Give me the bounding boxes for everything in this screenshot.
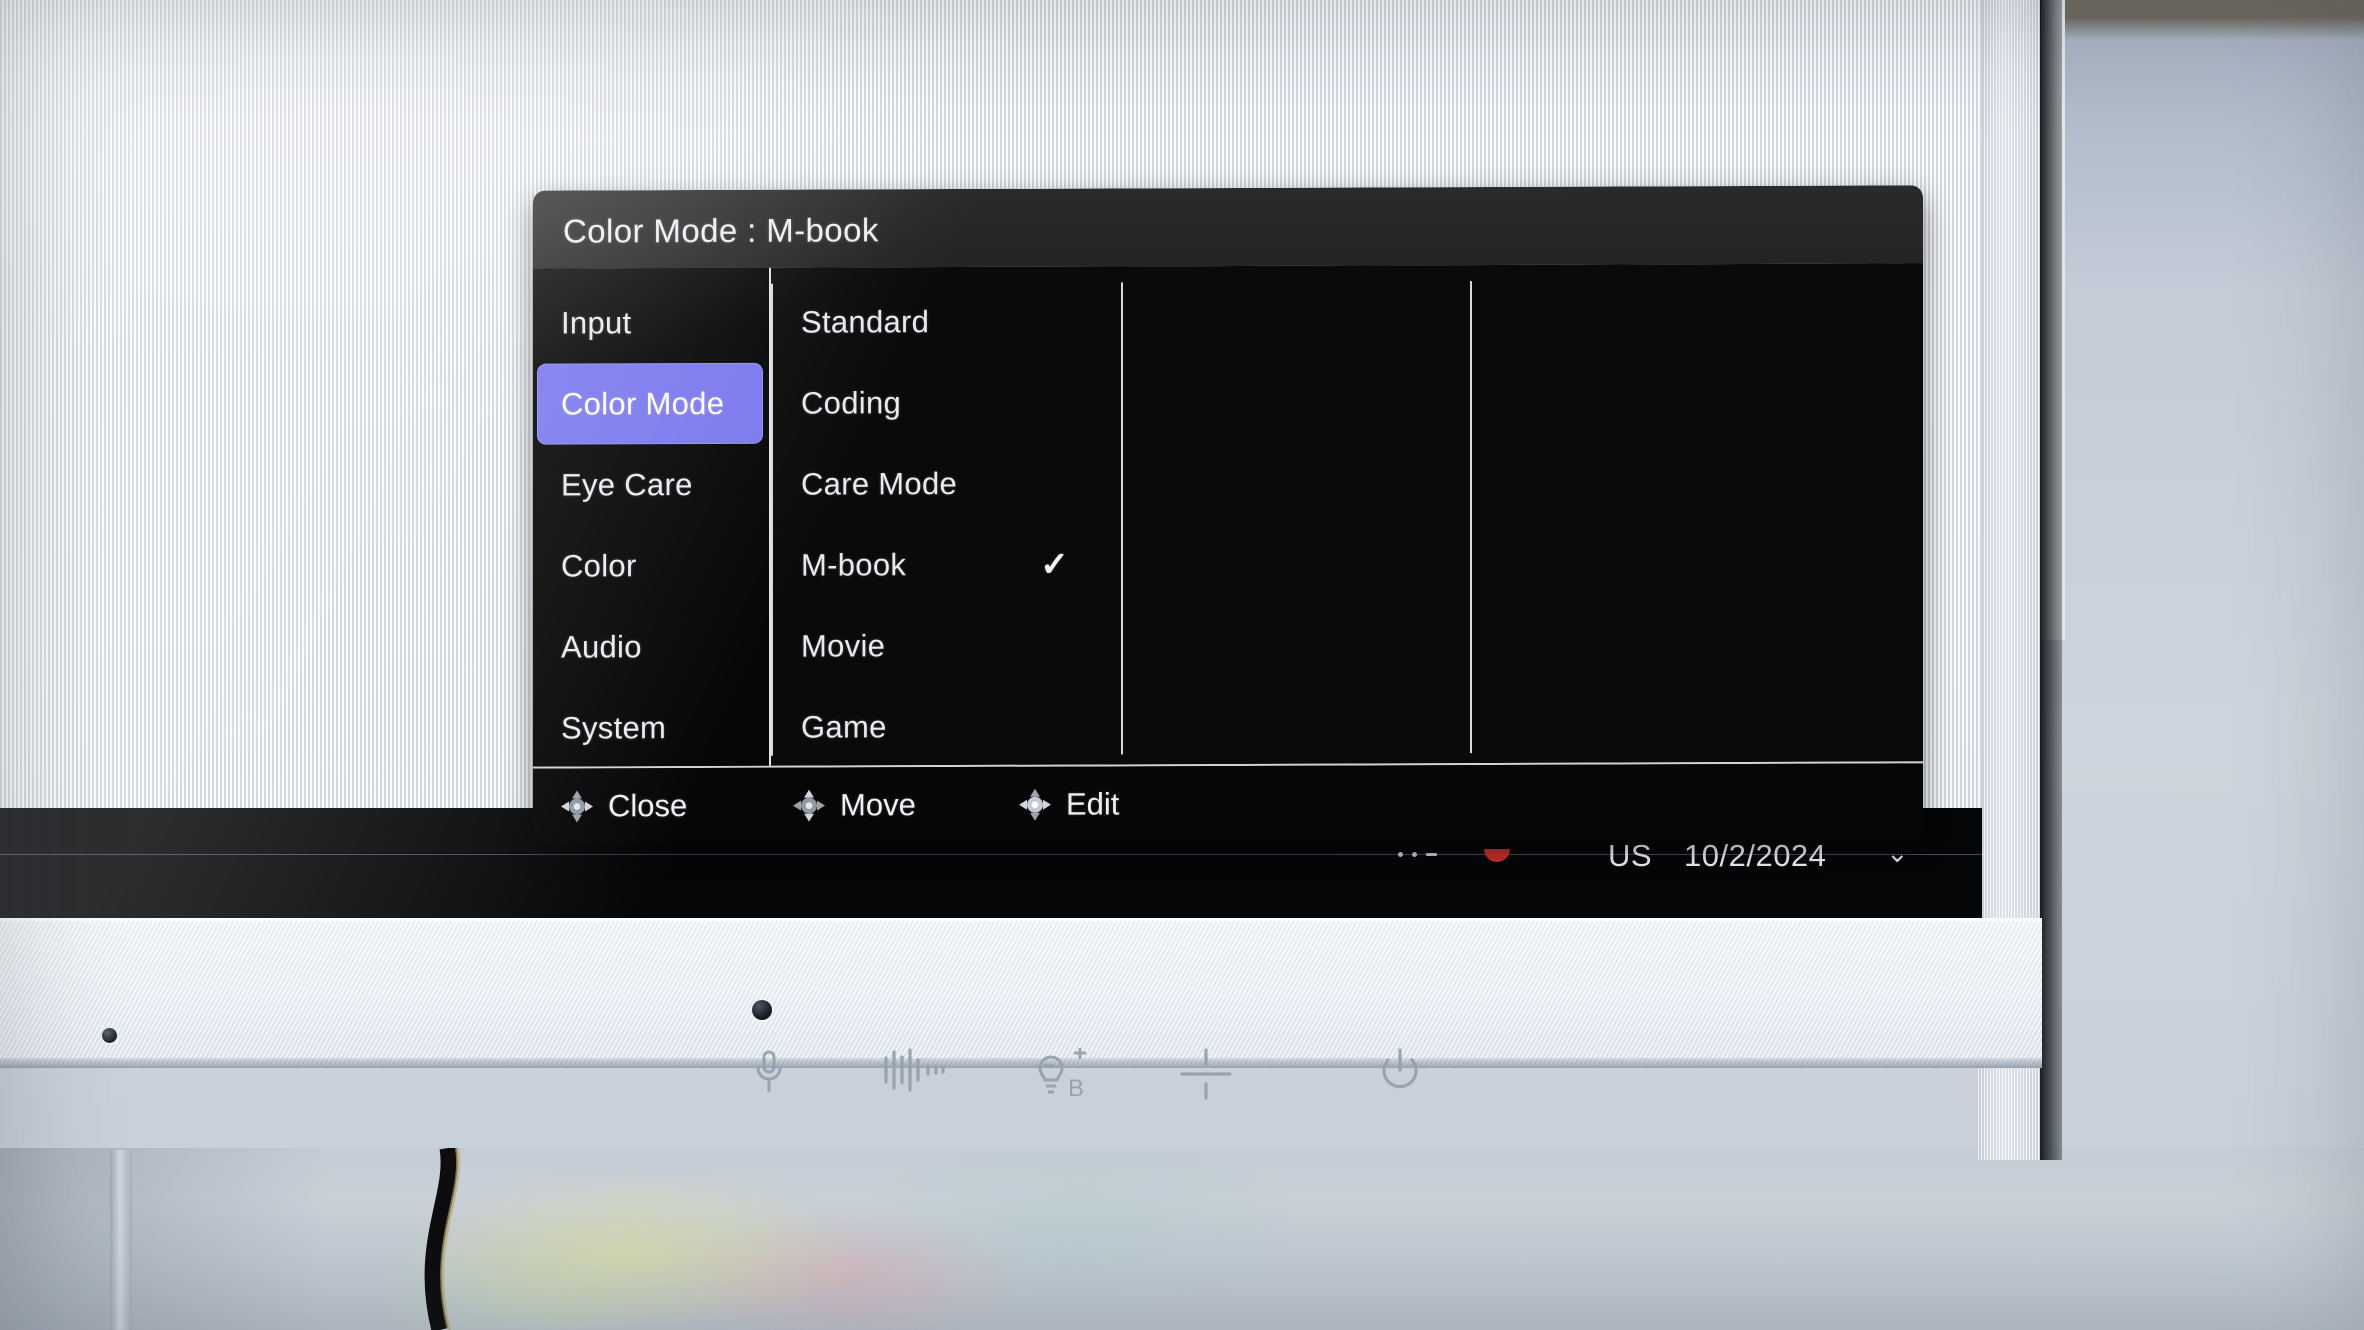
- dpad-icon: [561, 789, 593, 822]
- sidebar-item-label: Color Mode: [561, 385, 725, 422]
- monitor-chassis: US 10/2/2024 ⌄ Color Mode : M-book Input…: [0, 0, 2062, 1160]
- microphone-icon[interactable]: [752, 1048, 786, 1098]
- brightness-icon[interactable]: B: [1030, 1048, 1092, 1100]
- sidebar-item-color-mode[interactable]: Color Mode: [537, 362, 763, 445]
- joystick-icon[interactable]: [1180, 1048, 1232, 1100]
- option-care-mode[interactable]: Care Mode: [771, 442, 1121, 524]
- desk-reflection: [380, 1155, 1440, 1330]
- osd-option-column: Standard Coding Care Mode M-book ✓ Movie…: [771, 266, 1121, 765]
- option-label: M-book: [801, 546, 907, 583]
- power-cable: [424, 1148, 461, 1330]
- hint-close[interactable]: Close: [559, 788, 687, 824]
- sidebar-item-eye-care[interactable]: Eye Care: [537, 444, 763, 526]
- option-m-book[interactable]: M-book ✓: [771, 523, 1121, 605]
- taskbar-date[interactable]: 10/2/2024: [1684, 838, 1826, 874]
- hint-label: Edit: [1066, 785, 1120, 822]
- power-led-indicator: [102, 1028, 117, 1043]
- desk-shadow: [0, 1148, 330, 1330]
- option-label: Movie: [801, 627, 886, 664]
- osd-title-bar: Color Mode : M-book: [533, 185, 1923, 269]
- option-label: Game: [801, 708, 887, 745]
- check-icon: ✓: [1040, 545, 1069, 584]
- audio-wave-icon[interactable]: [880, 1048, 948, 1092]
- osd-sidebar: Input Color Mode Eye Care Color Audio Sy…: [533, 267, 771, 769]
- sidebar-item-label: Eye Care: [561, 466, 693, 503]
- sidebar-item-label: System: [561, 709, 667, 746]
- dpad-icon: [1019, 788, 1051, 821]
- option-label: Coding: [801, 384, 902, 421]
- sidebar-item-label: Color: [561, 547, 637, 584]
- option-standard[interactable]: Standard: [771, 280, 1121, 362]
- osd-menu: Color Mode : M-book Input Color Mode Eye…: [533, 185, 1923, 844]
- svg-text:B: B: [1068, 1075, 1084, 1100]
- bezel-control-icons: B: [0, 1048, 2042, 1118]
- hint-edit[interactable]: Edit: [1017, 786, 1119, 822]
- sidebar-item-color[interactable]: Color: [537, 525, 763, 607]
- chevron-down-icon[interactable]: ⌄: [1886, 840, 1909, 867]
- taskbar-tray-icons[interactable]: [1398, 852, 1437, 857]
- monitor-right-shadow: [2040, 0, 2062, 1160]
- sidebar-item-input[interactable]: Input: [537, 282, 763, 364]
- tray-dot-icon: [1412, 852, 1417, 857]
- power-icon[interactable]: [1378, 1048, 1422, 1096]
- option-label: Standard: [801, 303, 930, 340]
- sidebar-item-system[interactable]: System: [537, 687, 763, 769]
- osd-footer: Close Move Edit: [533, 761, 1923, 844]
- osd-submenu-column-2: [1470, 263, 1923, 763]
- sidebar-item-label: Input: [561, 304, 632, 341]
- option-game[interactable]: Game: [771, 685, 1121, 767]
- option-label: Care Mode: [801, 465, 958, 502]
- tray-dot-icon: [1398, 852, 1403, 857]
- osd-submenu-column-1: [1121, 265, 1470, 764]
- photo-scene: US 10/2/2024 ⌄ Color Mode : M-book Input…: [0, 0, 2364, 1330]
- hint-move[interactable]: Move: [791, 787, 916, 823]
- column-divider: [1470, 281, 1472, 754]
- hint-label: Move: [840, 786, 916, 822]
- microphone-hole: [752, 1000, 772, 1020]
- monitor-stand-leg: [110, 1150, 132, 1330]
- column-divider: [1121, 282, 1123, 755]
- monitor-bottom-bezel: [0, 918, 2042, 1068]
- sidebar-item-audio[interactable]: Audio: [537, 606, 763, 688]
- monitor-screen: US 10/2/2024 ⌄ Color Mode : M-book Input…: [0, 0, 1982, 918]
- option-movie[interactable]: Movie: [771, 604, 1121, 686]
- sidebar-item-label: Audio: [561, 628, 642, 665]
- option-coding[interactable]: Coding: [771, 361, 1121, 443]
- osd-columns: Standard Coding Care Mode M-book ✓ Movie…: [771, 263, 1923, 765]
- osd-title-text: Color Mode : M-book: [563, 211, 879, 250]
- tray-dash-icon: [1426, 853, 1437, 856]
- dpad-icon: [793, 789, 825, 822]
- hint-label: Close: [608, 787, 688, 823]
- taskbar-language[interactable]: US: [1608, 838, 1652, 874]
- osd-body: Input Color Mode Eye Care Color Audio Sy…: [533, 263, 1923, 769]
